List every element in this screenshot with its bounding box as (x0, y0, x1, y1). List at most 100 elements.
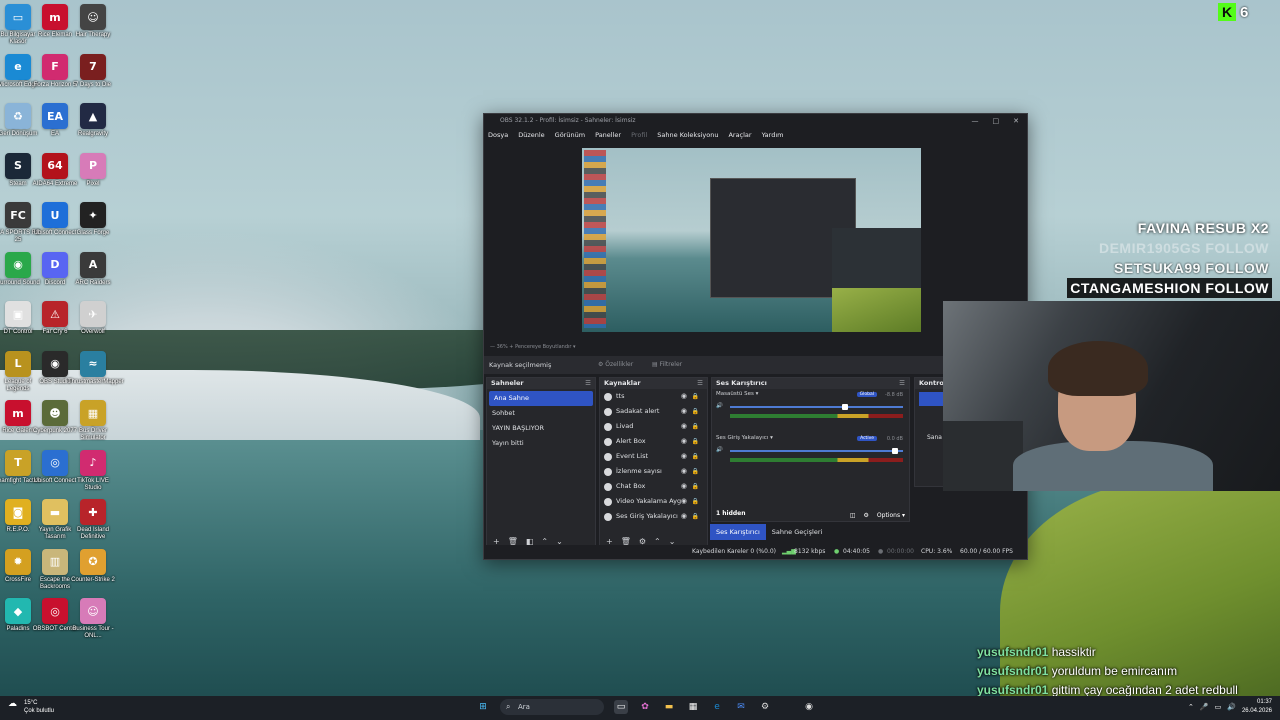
desktop-icon[interactable]: ✈ Overwolf (68, 301, 118, 336)
eye-icon[interactable]: ◉ (681, 479, 687, 494)
volume-icon[interactable]: 🔊 (1227, 703, 1236, 711)
obs-menubar: Dosya Düzenle Görünüm Paneller Profil Sa… (484, 128, 1027, 142)
menu-profil[interactable]: Profil (631, 128, 647, 142)
eye-icon[interactable]: ◉ (681, 419, 687, 434)
source-item[interactable]: Sadakat alert ◉ 🔒 (600, 404, 707, 419)
chevron-up-icon[interactable]: ⌃ (1188, 703, 1194, 711)
eye-icon[interactable]: ◉ (681, 494, 687, 509)
menu-paneller[interactable]: Paneller (595, 128, 621, 142)
tab-audio-mixer[interactable]: Ses Karıştırıcı (710, 524, 766, 540)
desktop-icon[interactable]: ▲ Realgravity (68, 103, 118, 138)
layout-icon[interactable]: ◫ (850, 512, 856, 519)
desktop-icon[interactable]: ▦ Bus Driver Simulator (68, 400, 118, 442)
maximize-button[interactable]: □ (993, 114, 1000, 128)
lock-icon[interactable]: 🔒 (692, 434, 699, 449)
eye-icon[interactable]: ◉ (681, 449, 687, 464)
file-explorer-icon[interactable]: ▬ (662, 700, 676, 714)
desktop-icon[interactable]: P Pixel (68, 152, 118, 188)
close-button[interactable]: ✕ (1013, 114, 1019, 128)
windows-start-icon[interactable]: ⊞ (476, 700, 490, 714)
obs-titlebar[interactable]: OBS 32.1.2 - Profil: İsimsiz - Sahneler:… (484, 114, 1027, 128)
clock[interactable]: 01:37 26.04.2026 (1242, 698, 1272, 716)
obs-icon[interactable]: ◉ (802, 700, 816, 714)
task-view-icon[interactable]: ▭ (614, 700, 628, 714)
volume-slider[interactable] (730, 450, 903, 452)
obs-statusbar: Kaybedilen Kareler 0 (%0.0) ▂▄▆ 8132 kbp… (484, 545, 1025, 559)
taskbar-search[interactable]: ⌕ Ara (500, 699, 604, 715)
webcam-overlay (943, 301, 1280, 491)
volume-knob[interactable] (842, 404, 848, 410)
start-stream-button[interactable] (919, 392, 945, 406)
lock-icon[interactable]: 🔒 (692, 509, 699, 524)
source-label: Alert Box (616, 437, 646, 445)
scene-item[interactable]: YAYIN BAŞLIYOR (487, 421, 595, 436)
desktop-icon[interactable]: ✪ Counter-Strike 2 (68, 548, 118, 584)
eye-icon[interactable]: ◉ (681, 389, 687, 404)
copilot-icon[interactable]: ✿ (638, 700, 652, 714)
menu-gorunum[interactable]: Görünüm (555, 128, 585, 142)
source-item[interactable]: Video Yakalama Ayg ◉ 🔒 (600, 494, 707, 509)
source-item[interactable]: İzlenme sayısı ◉ 🔒 (600, 464, 707, 479)
mail-icon[interactable]: ✉ (734, 700, 748, 714)
menu-duzenle[interactable]: Düzenle (518, 128, 544, 142)
desktop-icon[interactable]: A ARC Raiders (68, 251, 118, 287)
source-item[interactable]: Chat Box ◉ 🔒 (600, 479, 707, 494)
weather-widget[interactable]: ☁ 15°C Çok bulutlu (8, 699, 54, 715)
channel-name: Ses Giriş Yakalayıcı (716, 435, 769, 441)
source-item[interactable]: Event List ◉ 🔒 (600, 449, 707, 464)
tab-scene-transitions[interactable]: Sahne Geçişleri (766, 524, 829, 540)
eye-icon[interactable]: ◉ (681, 464, 687, 479)
taskbar: ☁ 15°C Çok bulutlu ⊞ ⌕ Ara ▭ ✿ ▬ ▦ e ✉ ⚙ ◉… (0, 696, 1280, 720)
properties-button[interactable]: ⚙ Özellikler (592, 359, 639, 371)
eye-icon[interactable]: ◉ (681, 509, 687, 524)
desktop-icon[interactable]: ♪ TikTok LIVE Studio (68, 449, 118, 492)
speaker-icon[interactable]: 🔊 (716, 447, 723, 453)
app-icon: ▬ (42, 499, 68, 525)
scene-item[interactable]: Yayın bitti (487, 436, 595, 451)
steam-icon[interactable]: ⚙ (758, 700, 772, 714)
source-item[interactable]: tts ◉ 🔒 (600, 389, 707, 404)
desktop-icon[interactable]: ☺ Business Tour - ONL... (68, 598, 118, 640)
options-button[interactable]: Options ▾ (877, 512, 905, 519)
menu-araclar[interactable]: Araçlar (728, 128, 751, 142)
desktop-icon[interactable]: ✚ Dead Island Definitive (68, 499, 118, 541)
edge-icon[interactable]: e (710, 700, 724, 714)
minimize-button[interactable]: — (972, 114, 979, 128)
desktop-icon-label: Pixel (86, 180, 100, 187)
store-icon[interactable]: ▦ (686, 700, 700, 714)
lock-icon[interactable]: 🔒 (692, 494, 699, 509)
network-icon[interactable]: ▭ (1215, 703, 1222, 711)
filters-button[interactable]: ▤ Filtreler (646, 359, 688, 371)
lock-icon[interactable]: 🔒 (692, 389, 699, 404)
eye-icon[interactable]: ◉ (681, 404, 687, 419)
lock-icon[interactable]: 🔒 (692, 404, 699, 419)
speaker-icon[interactable]: 🔊 (716, 403, 723, 409)
preview-canvas[interactable] (582, 148, 921, 332)
menu-dosya[interactable]: Dosya (488, 128, 508, 142)
source-item[interactable]: Livad ◉ 🔒 (600, 419, 707, 434)
desktop-icon[interactable]: ☺ Hair Therapy (68, 4, 118, 39)
source-item[interactable]: Alert Box ◉ 🔒 (600, 434, 707, 449)
eye-icon[interactable]: ◉ (681, 434, 687, 449)
app-icon: D (42, 251, 68, 278)
desktop-icon[interactable]: 77 Days to Die (68, 53, 118, 89)
volume-slider[interactable] (730, 406, 903, 408)
source-label: Sadakat alert (616, 407, 660, 415)
volume-knob[interactable] (892, 448, 898, 454)
source-item[interactable]: Ses Giriş Yakalayıcı ◉ 🔒 (600, 509, 707, 524)
lock-icon[interactable]: 🔒 (692, 419, 699, 434)
app-icon: P (80, 152, 106, 179)
lock-icon[interactable]: 🔒 (692, 464, 699, 479)
desktop-icon[interactable]: ✦ Glass Forge (68, 202, 118, 237)
advanced-icon[interactable]: ⚙ (864, 512, 869, 519)
scene-item[interactable]: Sohbet (487, 406, 595, 421)
source-label: Chat Box (616, 482, 646, 490)
menu-yardim[interactable]: Yardım (762, 128, 784, 142)
lock-icon[interactable]: 🔒 (692, 449, 699, 464)
scene-item[interactable]: Ana Sahne (489, 391, 593, 406)
desktop-icon[interactable]: ≈ ThrustmasterMapper (68, 350, 124, 386)
desktop-icon-label: 7 Days to Die (74, 81, 111, 88)
lock-icon[interactable]: 🔒 (692, 479, 699, 494)
menu-sahne-koleksiyonu[interactable]: Sahne Koleksiyonu (657, 128, 718, 142)
mic-icon[interactable]: 🎤 (1200, 703, 1209, 711)
